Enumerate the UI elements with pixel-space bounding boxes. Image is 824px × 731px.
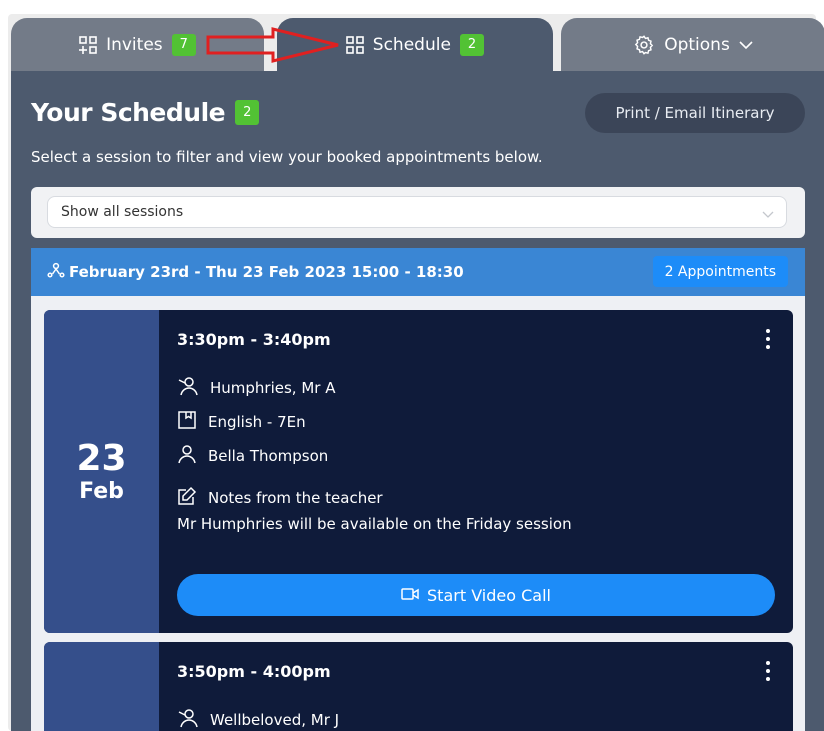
video-camera-icon xyxy=(401,586,419,605)
tab-schedule-label: Schedule xyxy=(372,34,451,55)
appointment-card: 23 Feb 3:30pm - 3:40pm Humphries, Mr A E… xyxy=(44,310,793,633)
subject-name: English - 7En xyxy=(208,413,306,431)
session-filter-value: Show all sessions xyxy=(61,204,184,220)
notes-label: Notes from the teacher xyxy=(208,489,383,507)
more-options-icon[interactable] xyxy=(765,328,771,354)
annotation-arrow xyxy=(206,27,339,63)
tab-invites-label: Invites xyxy=(106,34,163,55)
page-title: Your Schedule xyxy=(31,98,226,127)
page-subtitle: Select a session to filter and view your… xyxy=(31,148,543,166)
teacher-row: Wellbeloved, Mr J xyxy=(177,708,339,731)
schedule-count-badge: 2 xyxy=(459,33,485,56)
more-options-icon[interactable] xyxy=(765,660,771,686)
appointment-date xyxy=(44,642,159,731)
chevron-down-icon xyxy=(762,207,774,223)
session-label: February 23rd - Thu 23 Feb 2023 15:00 - … xyxy=(69,263,464,281)
session-list: February 23rd - Thu 23 Feb 2023 15:00 - … xyxy=(31,248,805,731)
page-title-row: Your Schedule 2 xyxy=(31,98,260,127)
teacher-row: Humphries, Mr A xyxy=(177,376,335,400)
appointments-count-badge: 2 Appointments xyxy=(652,256,788,287)
gear-icon xyxy=(633,34,655,56)
grid-icon xyxy=(345,35,364,54)
tab-options[interactable]: Options xyxy=(561,18,824,71)
session-header[interactable]: February 23rd - Thu 23 Feb 2023 15:00 - … xyxy=(31,248,805,296)
teacher-name: Humphries, Mr A xyxy=(210,379,336,397)
notes-header-row: Notes from the teacher xyxy=(177,486,383,510)
appointment-date: 23 Feb xyxy=(44,310,159,633)
invites-count-badge: 7 xyxy=(171,33,196,56)
tab-options-label: Options xyxy=(664,34,730,55)
teacher-icon xyxy=(177,708,199,731)
edit-note-icon xyxy=(177,486,197,510)
book-icon xyxy=(177,410,197,434)
subject-row: English - 7En xyxy=(177,410,306,434)
teacher-name: Wellbeloved, Mr J xyxy=(210,711,340,729)
session-icon xyxy=(47,262,65,282)
appointment-month: Feb xyxy=(79,478,124,504)
teacher-icon xyxy=(177,376,199,400)
start-video-call-label: Start Video Call xyxy=(427,585,551,605)
appointment-time: 3:30pm - 3:40pm xyxy=(177,330,331,349)
chevron-down-icon xyxy=(739,40,753,50)
schedule-count-badge-title: 2 xyxy=(235,100,260,125)
student-row: Bella Thompson xyxy=(177,444,328,468)
start-video-call-button[interactable]: Start Video Call xyxy=(177,574,775,616)
student-name: Bella Thompson xyxy=(208,447,329,465)
appointment-day: 23 xyxy=(76,438,127,480)
appointment-card: 3:50pm - 4:00pm Wellbeloved, Mr J xyxy=(44,642,793,731)
student-icon xyxy=(177,444,197,468)
teacher-note: Mr Humphries will be available on the Fr… xyxy=(177,515,572,533)
print-email-itinerary-button[interactable]: Print / Email Itinerary xyxy=(585,93,805,133)
grid-plus-icon xyxy=(79,35,97,54)
session-filter-select[interactable]: Show all sessions xyxy=(47,196,787,228)
appointment-time: 3:50pm - 4:00pm xyxy=(177,662,331,681)
